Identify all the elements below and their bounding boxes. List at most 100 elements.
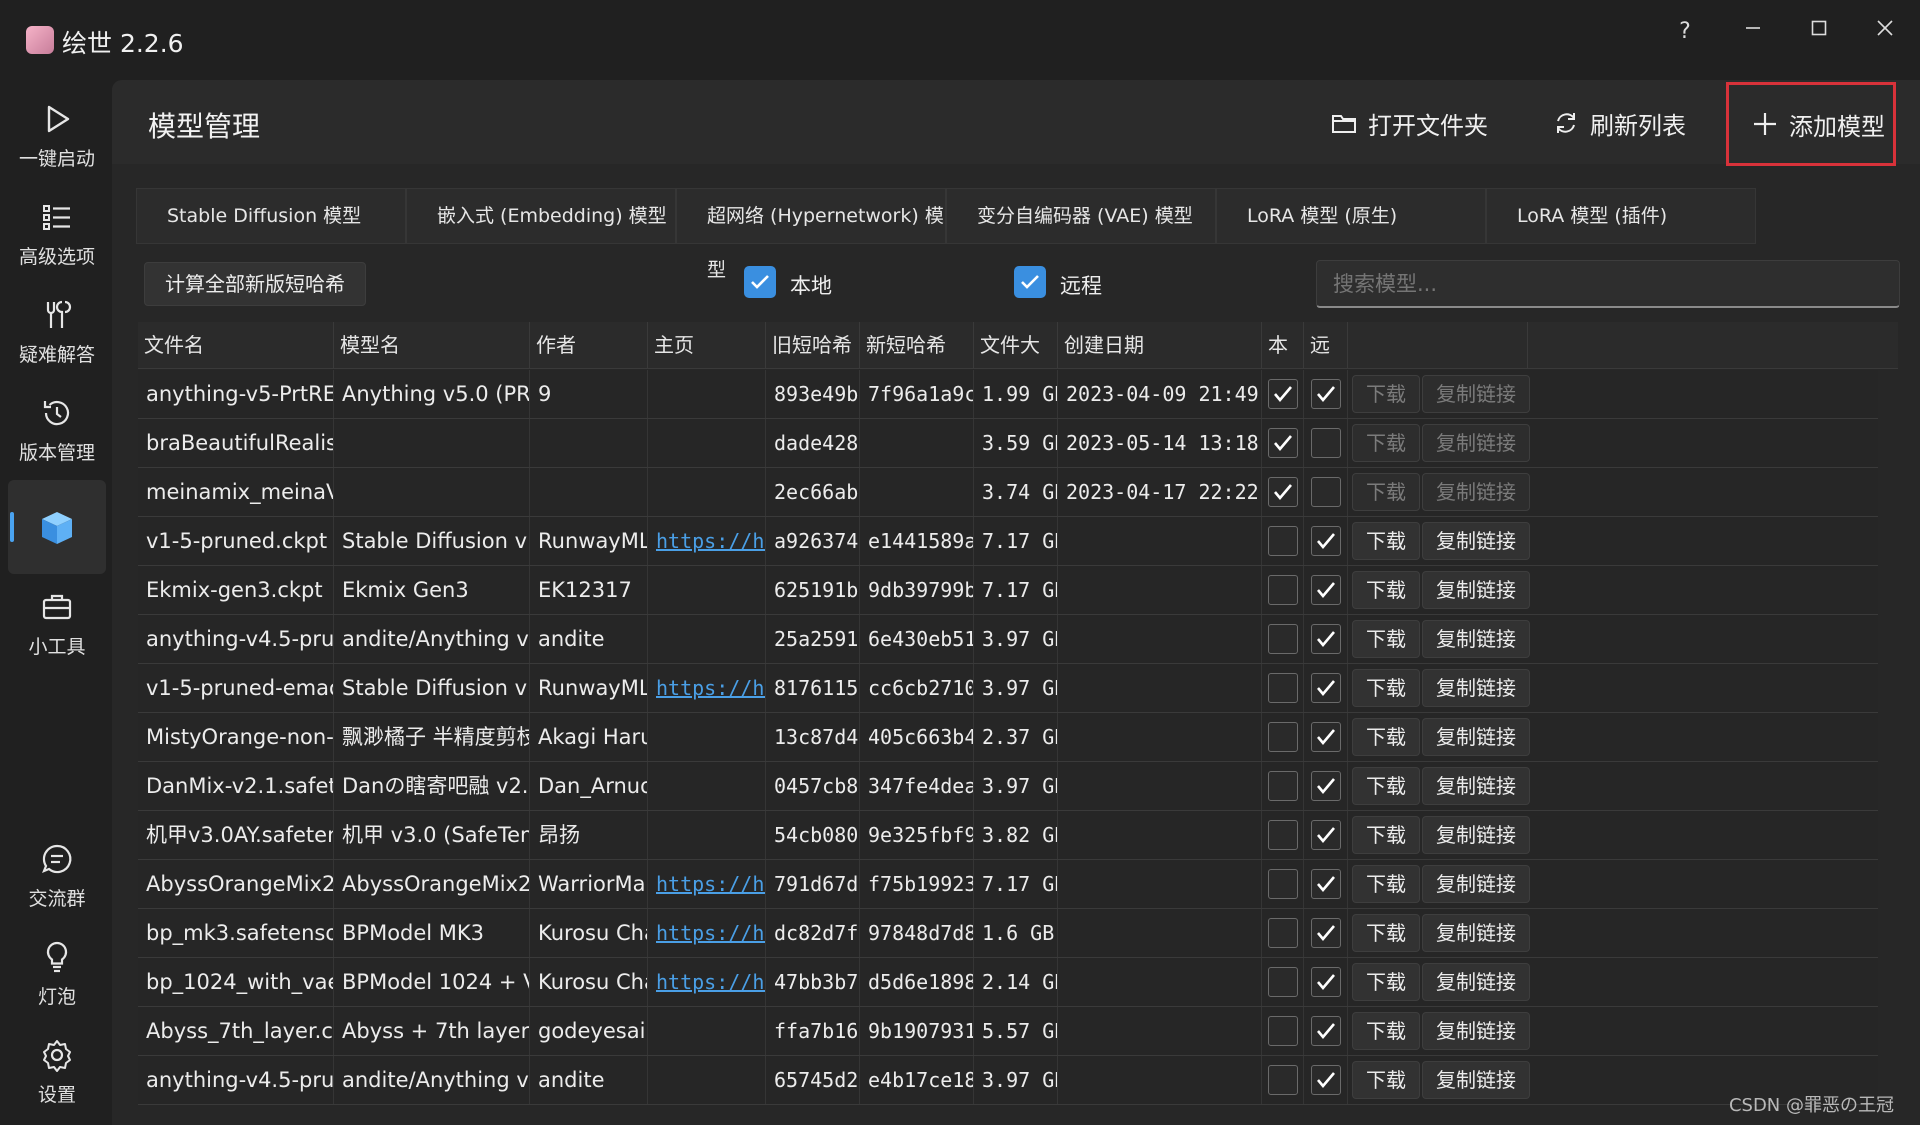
table-row[interactable]: bp_mk3.safetensorsBPModel MK3Kurosu Chan… bbox=[138, 909, 1878, 958]
local-checkbox[interactable] bbox=[1268, 673, 1298, 703]
open-folder-button[interactable]: 打开文件夹 bbox=[1330, 96, 1488, 150]
table-row[interactable]: 机甲v3.0AY.safetensors机甲 v3.0 (SafeTensors… bbox=[138, 811, 1878, 860]
sidebar-item-troubleshoot[interactable]: 疑难解答 bbox=[8, 286, 106, 380]
download-button[interactable]: 下载 bbox=[1352, 718, 1420, 756]
local-checkbox[interactable] bbox=[1268, 575, 1298, 605]
remote-checkbox[interactable] bbox=[1311, 575, 1341, 605]
sidebar-item-models[interactable] bbox=[8, 480, 106, 574]
tab-hypernetwork[interactable]: 超网络 (Hypernetwork) 模型 bbox=[676, 188, 946, 281]
compute-hash-button[interactable]: 计算全部新版短哈希 bbox=[144, 262, 366, 306]
header-col-new-hash[interactable]: 新短哈希 bbox=[860, 322, 974, 368]
close-button[interactable] bbox=[1860, 14, 1910, 50]
search-input[interactable] bbox=[1316, 260, 1900, 308]
tab-lora-plugin[interactable]: LoRA 模型 (插件) bbox=[1486, 188, 1756, 244]
copy-link-button[interactable]: 复制链接 bbox=[1422, 620, 1530, 658]
homepage-link[interactable]: https://huggingface.co bbox=[656, 970, 765, 994]
tab-embedding[interactable]: 嵌入式 (Embedding) 模型 bbox=[406, 188, 676, 244]
remote-checkbox[interactable] bbox=[1311, 428, 1341, 458]
sidebar-item-bulb[interactable]: 灯泡 bbox=[8, 928, 106, 1022]
download-button[interactable]: 下载 bbox=[1352, 816, 1420, 854]
table-row[interactable]: MistyOrange-non-ema.safetensors飘渺橘子 半精度剪… bbox=[138, 713, 1878, 762]
tab-lora-native[interactable]: LoRA 模型 (原生) bbox=[1216, 188, 1486, 244]
remote-checkbox[interactable] bbox=[1311, 967, 1341, 997]
sidebar-item-version[interactable]: 版本管理 bbox=[8, 384, 106, 478]
local-checkbox[interactable] bbox=[1268, 722, 1298, 752]
download-button[interactable]: 下载 bbox=[1352, 1061, 1420, 1099]
add-model-button[interactable]: 添加模型 bbox=[1726, 82, 1896, 166]
copy-link-button[interactable]: 复制链接 bbox=[1422, 1012, 1530, 1050]
copy-link-button[interactable]: 复制链接 bbox=[1422, 767, 1530, 805]
remote-checkbox[interactable] bbox=[1311, 722, 1341, 752]
maximize-button[interactable] bbox=[1794, 14, 1844, 50]
header-col-remote[interactable]: 远程 bbox=[1304, 322, 1348, 403]
table-row[interactable]: braBeautifulRealistic_brav5 dade428d 3.59 … bbox=[138, 419, 1878, 468]
remote-checkbox[interactable] bbox=[1311, 1065, 1341, 1095]
download-button[interactable]: 下载 bbox=[1352, 375, 1420, 413]
download-button[interactable]: 下载 bbox=[1352, 963, 1420, 1001]
copy-link-button[interactable]: 复制链接 bbox=[1422, 571, 1530, 609]
sidebar-item-tools[interactable]: 小工具 bbox=[8, 578, 106, 672]
local-checkbox[interactable] bbox=[1268, 1065, 1298, 1095]
copy-link-button[interactable]: 复制链接 bbox=[1422, 816, 1530, 854]
remote-checkbox[interactable] bbox=[1311, 526, 1341, 556]
download-button[interactable]: 下载 bbox=[1352, 620, 1420, 658]
remote-checkbox[interactable] bbox=[1311, 820, 1341, 850]
remote-checkbox[interactable] bbox=[1311, 379, 1341, 409]
download-button[interactable]: 下载 bbox=[1352, 1012, 1420, 1050]
local-checkbox[interactable] bbox=[1268, 820, 1298, 850]
remote-checkbox[interactable] bbox=[1311, 918, 1341, 948]
header-col-model-name[interactable]: 模型名 bbox=[334, 322, 530, 368]
minimize-button[interactable] bbox=[1728, 14, 1778, 50]
local-checkbox[interactable] bbox=[1268, 869, 1298, 899]
remote-checkbox[interactable] bbox=[1311, 869, 1341, 899]
remote-checkbox[interactable] bbox=[1311, 624, 1341, 654]
header-col-homepage[interactable]: 主页 bbox=[648, 322, 766, 368]
sidebar-item-settings[interactable]: 设置 bbox=[8, 1026, 106, 1120]
download-button[interactable]: 下载 bbox=[1352, 865, 1420, 903]
local-checkbox[interactable] bbox=[1268, 771, 1298, 801]
header-col-author[interactable]: 作者 bbox=[530, 322, 648, 368]
remote-checkbox[interactable] bbox=[1311, 477, 1341, 507]
remote-checkbox[interactable] bbox=[1311, 771, 1341, 801]
remote-checkbox[interactable] bbox=[1014, 266, 1046, 298]
local-checkbox[interactable] bbox=[1268, 477, 1298, 507]
table-row[interactable]: AbyssOrangeMix2_sfw.safetensorsAbyssOran… bbox=[138, 860, 1878, 909]
table-row[interactable]: meinamix_meinaV9.safetensors 2ec66ab0 3.74… bbox=[138, 468, 1878, 517]
local-checkbox[interactable] bbox=[1268, 967, 1298, 997]
header-col-actions[interactable] bbox=[1348, 322, 1528, 368]
tab-vae[interactable]: 变分自编码器 (VAE) 模型 bbox=[946, 188, 1216, 244]
header-col-size[interactable]: 文件大小 bbox=[974, 322, 1058, 403]
table-row[interactable]: anything-v5-PrtRE.safetensorsAnything v5… bbox=[138, 370, 1878, 419]
download-button[interactable]: 下载 bbox=[1352, 914, 1420, 952]
copy-link-button[interactable]: 复制链接 bbox=[1422, 865, 1530, 903]
local-checkbox[interactable] bbox=[1268, 624, 1298, 654]
download-button[interactable]: 下载 bbox=[1352, 767, 1420, 805]
header-col-date[interactable]: 创建日期 bbox=[1058, 322, 1262, 368]
sidebar-item-chat[interactable]: 交流群 bbox=[8, 830, 106, 924]
homepage-link[interactable]: https://huggingface.co bbox=[656, 529, 765, 553]
copy-link-button[interactable]: 复制链接 bbox=[1422, 522, 1530, 560]
homepage-link[interactable]: https://huggingface.co bbox=[656, 921, 765, 945]
copy-link-button[interactable]: 复制链接 bbox=[1422, 914, 1530, 952]
copy-link-button[interactable]: 复制链接 bbox=[1422, 424, 1530, 462]
copy-link-button[interactable]: 复制链接 bbox=[1422, 473, 1530, 511]
copy-link-button[interactable]: 复制链接 bbox=[1422, 669, 1530, 707]
homepage-link[interactable]: https://huggingface.co bbox=[656, 676, 765, 700]
table-row[interactable]: v1-5-pruned-emaonly.safetensorsStable Di… bbox=[138, 664, 1878, 713]
table-row[interactable]: DanMix-v2.1.safetensorsDanの瞎寄吧融 v2.1 (Sa… bbox=[138, 762, 1878, 811]
header-col-local[interactable]: 本地 bbox=[1262, 322, 1304, 403]
sidebar-item-launch[interactable]: 一键启动 bbox=[8, 90, 106, 184]
copy-link-button[interactable]: 复制链接 bbox=[1422, 963, 1530, 1001]
header-col-old-hash[interactable]: 旧短哈希 bbox=[766, 322, 860, 368]
local-checkbox[interactable] bbox=[1268, 918, 1298, 948]
copy-link-button[interactable]: 复制链接 bbox=[1422, 1061, 1530, 1099]
table-row[interactable]: Abyss_7th_layer.ckptAbyss + 7th layergod… bbox=[138, 1007, 1878, 1056]
table-row[interactable]: v1-5-pruned.ckptStable Diffusion v1.5 完整… bbox=[138, 517, 1878, 566]
copy-link-button[interactable]: 复制链接 bbox=[1422, 375, 1530, 413]
table-row[interactable]: anything-v4.5-pruned.safetensorsandite/A… bbox=[138, 615, 1878, 664]
local-checkbox[interactable] bbox=[1268, 379, 1298, 409]
sidebar-item-advanced[interactable]: 高级选项 bbox=[8, 188, 106, 282]
copy-link-button[interactable]: 复制链接 bbox=[1422, 718, 1530, 756]
homepage-link[interactable]: https://huggingface.co bbox=[656, 872, 765, 896]
header-col-filename[interactable]: 文件名 bbox=[138, 322, 334, 368]
